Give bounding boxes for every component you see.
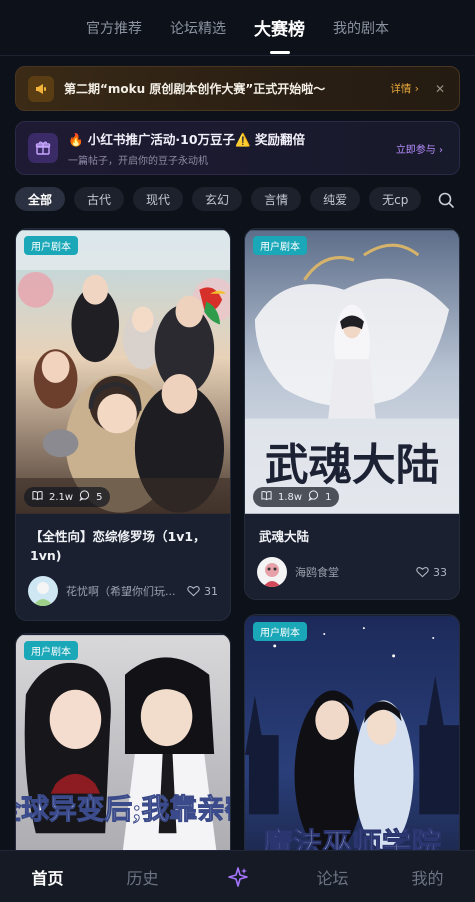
promo-banner[interactable]: 🔥 小红书推广活动·10万豆子⚠️ 奖励翻倍 一篇帖子，开启你的豆子永动机 立即… <box>15 121 460 175</box>
book-icon <box>32 490 43 504</box>
genre-chip-romance[interactable]: 言情 <box>251 187 302 211</box>
like-button[interactable]: 31 <box>187 585 218 598</box>
read-count: 2.1w <box>49 491 74 503</box>
genre-chip-fantasy[interactable]: 玄幻 <box>192 187 243 211</box>
genre-chip-ancient[interactable]: 古代 <box>74 187 125 211</box>
author-name: 花忧啊（希望你们玩... <box>66 585 176 598</box>
user-script-tag: 用户剧本 <box>24 236 78 255</box>
cover-title-text: 武魂大陆 <box>265 442 439 490</box>
script-cover-image: 全球异变后;我靠亲密 <box>16 635 230 872</box>
contest-banner-text: 第二期“moku 原创剧本创作大赛”正式开始啦～ <box>64 82 326 96</box>
nav-home[interactable]: 首页 <box>0 865 95 889</box>
script-cover-image: 魔法巫师学院 <box>245 616 459 873</box>
genre-chip-modern[interactable]: 现代 <box>133 187 184 211</box>
nav-forum[interactable]: 论坛 <box>285 865 380 889</box>
heart-icon <box>416 566 429 578</box>
comment-count: 1 <box>325 491 332 503</box>
sparkle-icon <box>227 866 248 887</box>
card-stats: 2.1w 5 <box>24 487 111 507</box>
avatar <box>257 557 287 587</box>
genre-chip-no-cp[interactable]: 无cp <box>369 187 422 211</box>
script-card[interactable]: 武魂大陆 用户剧本 1.8w 1 武魂大陆 海鸥食堂 33 <box>244 228 460 600</box>
script-author[interactable]: 海鸥食堂 33 <box>257 557 447 587</box>
tab-my-scripts[interactable]: 我的剧本 <box>333 10 389 46</box>
promo-join-link[interactable]: 立即参与 › <box>396 141 443 156</box>
avatar <box>28 576 58 606</box>
heart-icon <box>187 585 200 597</box>
script-cover-image <box>16 230 230 514</box>
top-tab-bar: 官方推荐 论坛精选 大赛榜 我的剧本 <box>0 0 475 56</box>
cover-title-text: 全球异变后;我靠亲密 <box>16 793 230 825</box>
script-author[interactable]: 花忧啊（希望你们玩... 31 <box>28 576 218 606</box>
promo-title: 🔥 小红书推广活动·10万豆子⚠️ 奖励翻倍 <box>68 132 305 147</box>
comment-count: 5 <box>96 491 103 503</box>
user-script-tag: 用户剧本 <box>253 236 307 255</box>
like-count: 31 <box>204 584 218 598</box>
promo-subtitle: 一篇帖子，开启你的豆子永动机 <box>68 156 208 167</box>
tab-forum-picks[interactable]: 论坛精选 <box>170 10 226 46</box>
script-card[interactable]: 用户剧本 2.1w 5 【全性向】恋综修罗场（1v1，1vn) 花忧啊（希望你们… <box>15 228 231 621</box>
comment-icon <box>308 490 319 504</box>
script-card[interactable]: 魔法巫师学院 用户剧本 <box>244 614 460 874</box>
read-count: 1.8w <box>278 491 303 503</box>
script-cover-image: 武魂大陆 <box>245 230 459 514</box>
comment-icon <box>79 490 90 504</box>
author-name: 海鸥食堂 <box>295 566 339 579</box>
genre-chip-bl[interactable]: 纯爱 <box>310 187 361 211</box>
script-title: 【全性向】恋综修罗场（1v1，1vn) <box>30 529 206 563</box>
card-stats: 1.8w 1 <box>253 487 340 507</box>
nav-create[interactable] <box>190 866 285 888</box>
gift-icon <box>28 133 58 163</box>
nav-profile[interactable]: 我的 <box>380 865 475 889</box>
search-icon[interactable] <box>436 190 456 210</box>
close-icon[interactable]: ✕ <box>435 82 445 96</box>
user-script-tag: 用户剧本 <box>253 622 307 641</box>
tab-official-recommend[interactable]: 官方推荐 <box>86 10 142 46</box>
bottom-navigation: 首页 历史 论坛 我的 <box>0 850 475 902</box>
script-title: 武魂大陆 <box>259 529 310 544</box>
tab-contest-ranking[interactable]: 大赛榜 <box>254 7 305 48</box>
contest-banner[interactable]: 第二期“moku 原创剧本创作大赛”正式开始啦～ 详情 › ✕ <box>15 66 460 111</box>
megaphone-icon <box>28 75 54 102</box>
nav-history[interactable]: 历史 <box>95 865 190 889</box>
script-card[interactable]: 全球异变后;我靠亲密 用户剧本 <box>15 633 231 873</box>
genre-filter-bar: 全部 古代 现代 玄幻 言情 纯爱 无cp 同 <box>15 187 425 213</box>
book-icon <box>261 490 272 504</box>
genre-chip-all[interactable]: 全部 <box>15 187 66 211</box>
contest-details-link[interactable]: 详情 › <box>390 81 419 96</box>
user-script-tag: 用户剧本 <box>24 641 78 660</box>
like-button[interactable]: 33 <box>416 566 447 579</box>
like-count: 33 <box>433 565 447 579</box>
